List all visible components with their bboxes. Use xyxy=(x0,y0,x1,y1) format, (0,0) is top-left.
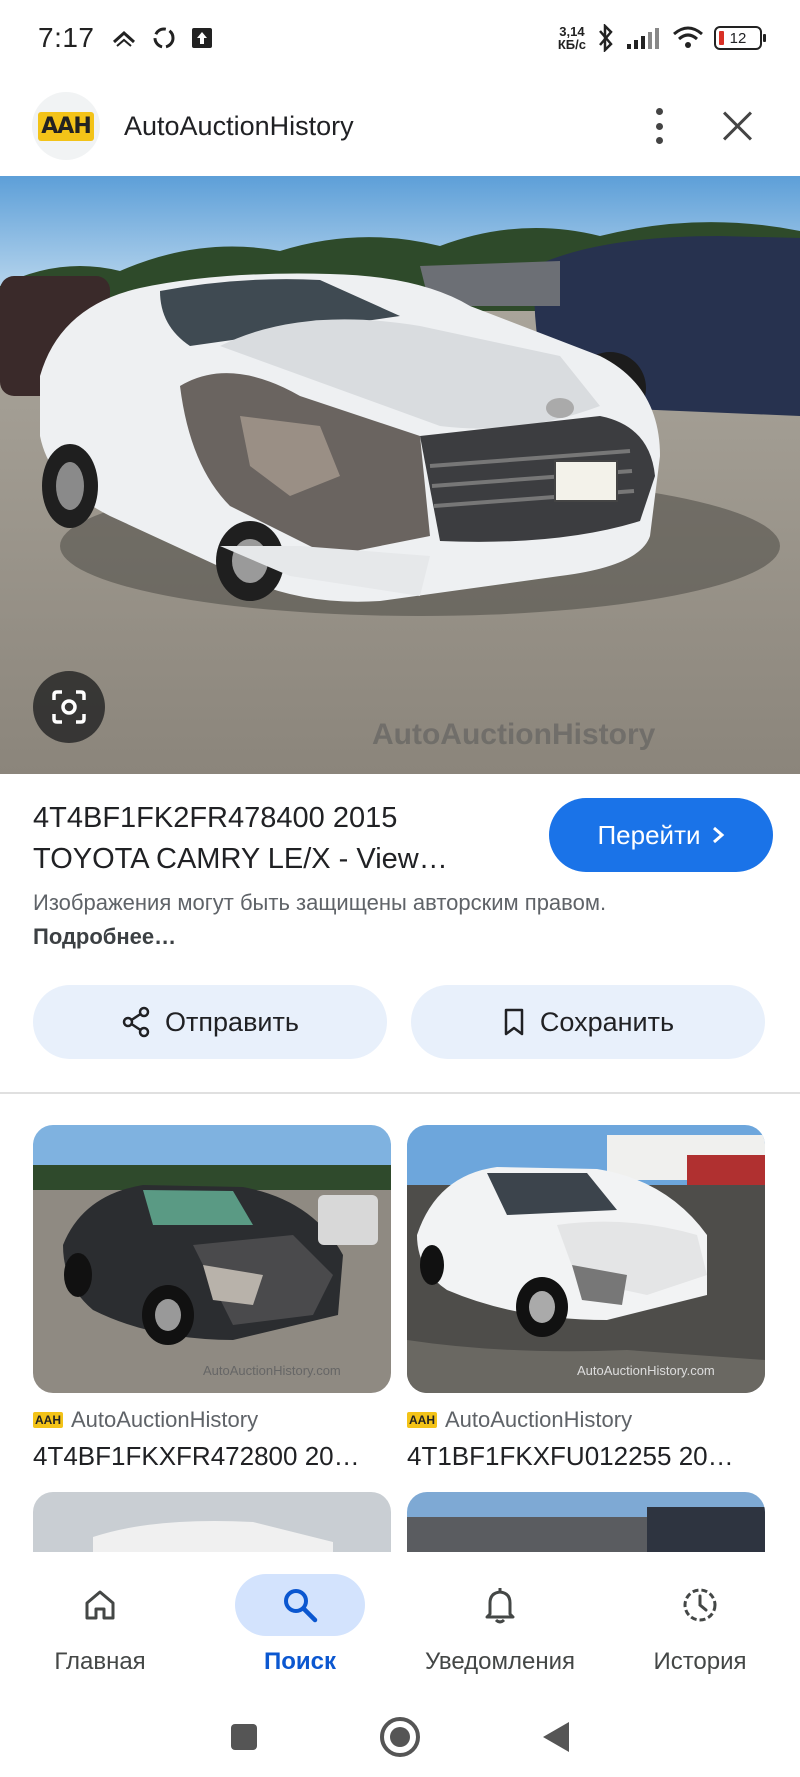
net-speed: 3,14 КБ/с xyxy=(558,25,586,51)
source-logo-icon: AAH xyxy=(33,1412,63,1428)
lens-button[interactable] xyxy=(33,671,105,743)
section-divider xyxy=(0,1092,800,1094)
main-result-image[interactable]: AutoAuctionHistory xyxy=(0,176,800,774)
wifi-icon xyxy=(673,26,703,48)
system-navigation-bar xyxy=(0,1696,800,1777)
related-card-image-partial[interactable] xyxy=(33,1492,391,1552)
bluetooth-icon xyxy=(599,24,613,52)
nav-history-label: История xyxy=(653,1648,747,1675)
action-buttons: Отправить Сохранить xyxy=(33,985,765,1059)
battery-indicator: 12 xyxy=(714,26,766,50)
partial-photo xyxy=(407,1492,765,1552)
nav-notifications-pill xyxy=(435,1574,565,1636)
nav-search-pill xyxy=(235,1574,365,1636)
bell-icon xyxy=(485,1588,515,1624)
nav-history-pill xyxy=(635,1574,765,1636)
related-card[interactable]: AutoAuctionHistory.com AAH AutoAuctionHi… xyxy=(407,1125,765,1472)
status-notification-icons xyxy=(111,25,213,51)
share-label: Отправить xyxy=(165,1006,299,1037)
net-speed-unit: КБ/с xyxy=(557,37,586,52)
related-card-title[interactable]: 4T4BF1FKXFR472800 20… xyxy=(33,1441,391,1472)
site-logo-text: AAH xyxy=(38,111,94,141)
chevron-up-icon xyxy=(112,30,135,47)
back-icon[interactable] xyxy=(541,1720,571,1754)
related-card-source-name: AutoAuctionHistory xyxy=(71,1407,259,1432)
result-header: AAH AutoAuctionHistory xyxy=(0,76,800,176)
home-icon xyxy=(85,1590,115,1620)
related-card-source: AAH AutoAuctionHistory xyxy=(33,1407,391,1433)
nav-home-label: Главная xyxy=(54,1648,146,1675)
related-card-image[interactable]: AutoAuctionHistory.com xyxy=(33,1125,391,1393)
related-card-image-partial[interactable] xyxy=(407,1492,765,1552)
more-options-icon[interactable] xyxy=(654,108,664,144)
save-label: Сохранить xyxy=(539,1006,675,1037)
result-title[interactable]: 4T4BF1FK2FR478400 2015 TOYOTA CAMRY LE/X… xyxy=(33,798,503,880)
partial-photo xyxy=(33,1492,391,1552)
related-card-source-name: AutoAuctionHistory xyxy=(445,1407,633,1432)
copyright-text: Изображения могут быть защищены авторски… xyxy=(33,890,607,915)
go-button[interactable]: Перейти xyxy=(549,798,773,872)
source-logo-icon: AAH xyxy=(407,1412,437,1428)
close-icon[interactable] xyxy=(722,111,752,141)
svg-text:AutoAuctionHistory.com: AutoAuctionHistory.com xyxy=(203,1363,341,1378)
white-car-photo: AutoAuctionHistory.com xyxy=(407,1125,765,1393)
related-card[interactable]: AutoAuctionHistory.com AAH AutoAuctionHi… xyxy=(33,1125,391,1472)
status-right-icons: 3,14 КБ/с 12 xyxy=(558,24,766,52)
site-logo[interactable]: AAH xyxy=(32,92,100,160)
related-card-title[interactable]: 4T1BF1FKXFU012255 20… xyxy=(407,1441,765,1472)
go-button-label: Перейти xyxy=(597,819,701,850)
share-icon xyxy=(122,1006,150,1038)
related-card-image[interactable]: AutoAuctionHistory.com xyxy=(407,1125,765,1393)
status-time: 7:17 xyxy=(38,22,95,53)
home-button-icon[interactable] xyxy=(379,1716,421,1758)
dark-car-photo: AutoAuctionHistory.com xyxy=(33,1125,391,1393)
related-card-source: AAH AutoAuctionHistory xyxy=(407,1407,765,1433)
share-button[interactable]: Отправить xyxy=(33,985,387,1059)
bookmark-icon xyxy=(504,1008,524,1036)
recent-apps-icon[interactable] xyxy=(229,1722,259,1752)
nav-notifications[interactable]: Уведомления xyxy=(400,1566,600,1696)
lens-icon xyxy=(52,690,86,724)
damaged-car-photo xyxy=(0,176,800,774)
site-name[interactable]: AutoAuctionHistory xyxy=(124,111,354,142)
sync-icon xyxy=(153,27,174,49)
status-bar: 7:17 3,14 КБ/с 12 xyxy=(0,0,800,76)
nav-home[interactable]: Главная xyxy=(0,1566,200,1696)
nav-search[interactable]: Поиск xyxy=(200,1566,400,1696)
search-icon xyxy=(284,1589,318,1623)
header-actions xyxy=(654,108,752,144)
upload-icon xyxy=(191,28,212,48)
learn-more-link[interactable]: Подробнее… xyxy=(33,924,176,949)
bottom-navigation: Главная Поиск Уведомления История xyxy=(0,1566,800,1696)
chevron-right-icon xyxy=(712,826,724,844)
history-icon xyxy=(683,1588,717,1622)
signal-icon xyxy=(627,28,659,49)
related-results-grid: AutoAuctionHistory.com AAH AutoAuctionHi… xyxy=(33,1125,767,1552)
result-title-row: 4T4BF1FK2FR478400 2015 TOYOTA CAMRY LE/X… xyxy=(33,798,773,880)
save-button[interactable]: Сохранить xyxy=(411,985,765,1059)
nav-history[interactable]: История xyxy=(600,1566,800,1696)
image-watermark: AutoAuctionHistory xyxy=(372,718,656,751)
svg-text:AutoAuctionHistory.com: AutoAuctionHistory.com xyxy=(577,1363,715,1378)
copyright-notice: Изображения могут быть защищены авторски… xyxy=(33,886,653,954)
nav-search-label: Поиск xyxy=(263,1648,337,1675)
nav-notifications-label: Уведомления xyxy=(424,1648,576,1675)
nav-home-pill xyxy=(35,1574,165,1636)
